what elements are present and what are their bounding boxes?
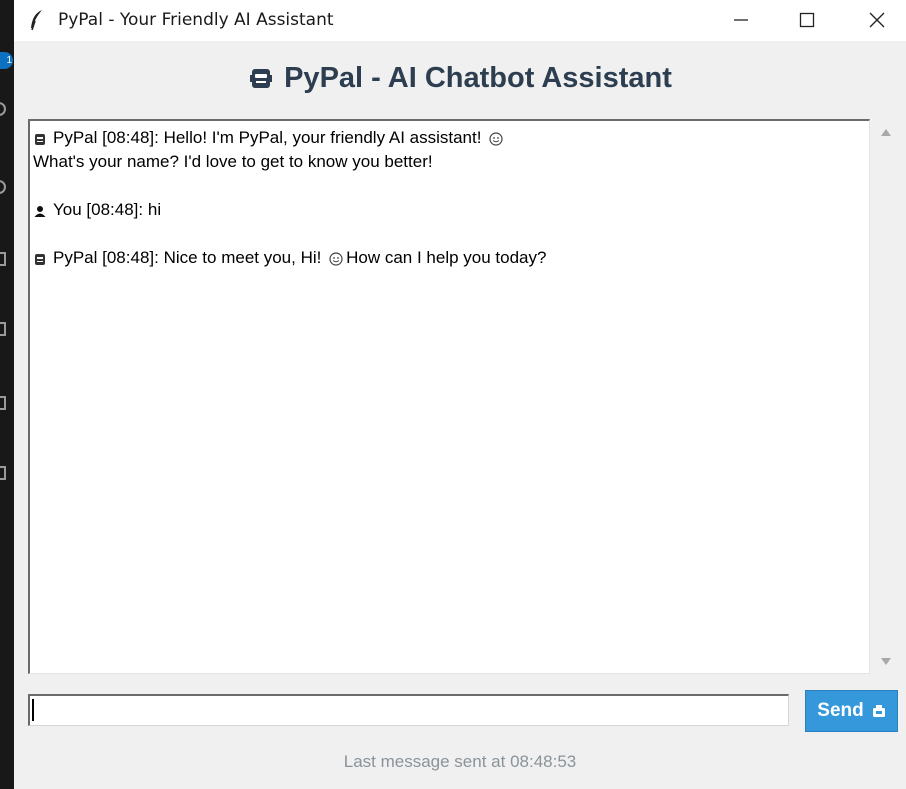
chat-message: PyPal [08:48]: Nice to meet you, Hi! How…: [33, 246, 865, 270]
message-prefix: You [08:48]:: [53, 200, 148, 219]
chat-message: PyPal [08:48]: Hello! I'm PyPal, your fr…: [33, 126, 865, 174]
background-source-control-icon: [0, 180, 6, 194]
send-icon: [872, 705, 885, 717]
message-text: Hello! I'm PyPal, your friendly AI assis…: [163, 128, 482, 147]
app-window: PyPal - Your Friendly AI Assistant PyPal: [14, 0, 906, 789]
text-cursor: [32, 699, 34, 721]
robot-icon: [35, 134, 45, 145]
minimize-button[interactable]: [718, 0, 764, 41]
background-search-icon: [0, 102, 6, 116]
page-title-text: PyPal - AI Chatbot Assistant: [284, 62, 672, 94]
background-extensions-icon: [0, 322, 6, 336]
user-icon: [34, 206, 46, 217]
message-prefix: PyPal [08:48]:: [53, 128, 164, 147]
close-button[interactable]: [854, 0, 900, 41]
minimize-icon: [734, 19, 748, 21]
robot-icon: [250, 69, 273, 88]
chat-history[interactable]: PyPal [08:48]: Hello! I'm PyPal, your fr…: [28, 119, 870, 674]
maximize-button[interactable]: [784, 0, 830, 41]
scroll-down-arrow-icon[interactable]: [880, 657, 892, 667]
title-bar[interactable]: PyPal - Your Friendly AI Assistant: [14, 0, 906, 41]
background-editor-strip: 1: [0, 0, 14, 789]
message-text: What's your name? I'd love to get to kno…: [33, 152, 433, 171]
smiley-icon: [489, 132, 503, 146]
message-input[interactable]: [28, 694, 789, 726]
scroll-up-arrow-icon[interactable]: [880, 127, 892, 137]
status-text: Last message sent at 08:48:53: [343, 752, 577, 771]
maximize-icon: [799, 12, 815, 28]
feather-icon: [31, 10, 42, 31]
send-button-label: Send: [817, 700, 864, 721]
message-text: Nice to meet you, Hi!: [163, 248, 322, 267]
robot-icon: [35, 254, 45, 265]
message-text: How can I help you today?: [346, 248, 547, 267]
message-text: hi: [147, 200, 162, 219]
smiley-icon: [329, 252, 343, 266]
message-prefix: PyPal [08:48]:: [53, 248, 164, 267]
close-icon: [869, 12, 885, 28]
background-remote-icon: [0, 466, 6, 480]
chat-scrollbar[interactable]: [874, 119, 898, 674]
window-title: PyPal - Your Friendly AI Assistant: [58, 10, 334, 30]
background-flask-icon: [0, 396, 6, 410]
page-title: PyPal - AI Chatbot Assistant: [14, 62, 906, 95]
send-button[interactable]: Send: [805, 690, 898, 732]
chat-message: You [08:48]: hi: [33, 198, 865, 222]
notification-badge: 1: [0, 52, 13, 69]
background-run-icon: [0, 252, 6, 266]
